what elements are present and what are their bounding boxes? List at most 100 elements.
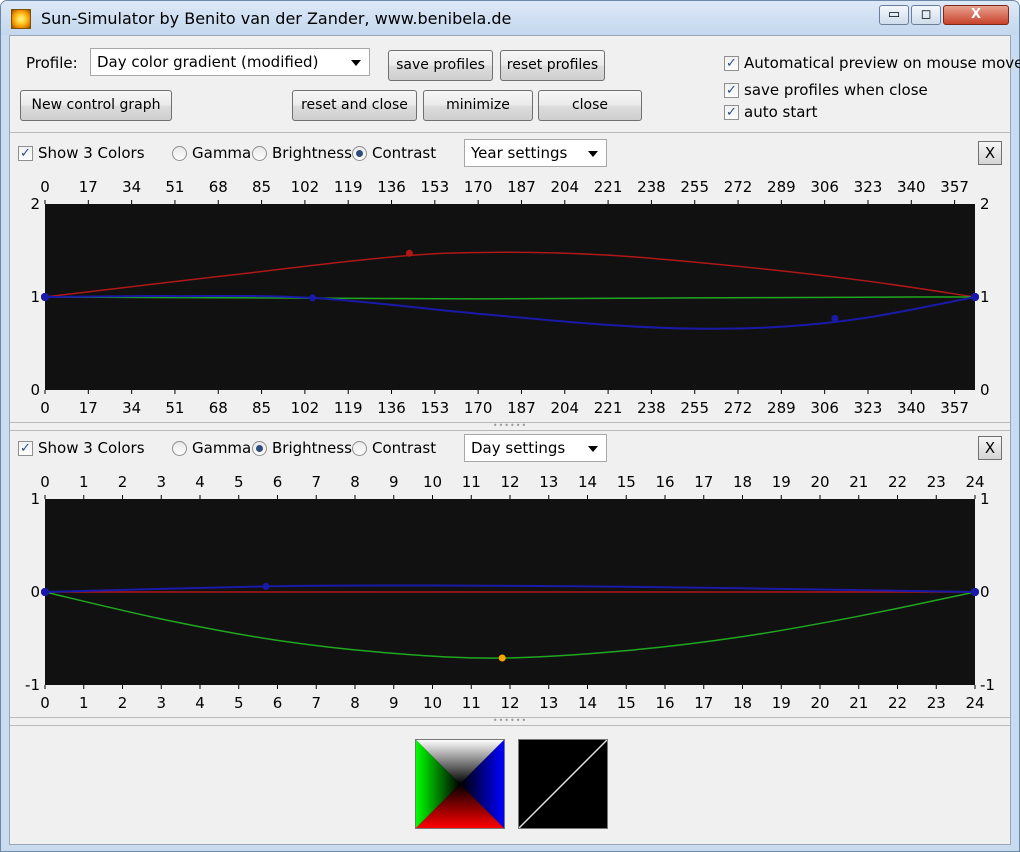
chevron-down-icon [588, 446, 598, 452]
x-tick-label-bottom: 102 [291, 399, 320, 417]
settings-value: Year settings [471, 144, 568, 162]
minimize-button[interactable]: minimize [423, 90, 533, 121]
x-tick-label-bottom: 323 [854, 399, 883, 417]
day-graph[interactable]: 0011223344556677889910101111121213131414… [10, 465, 1010, 715]
x-tick-label-bottom: 6 [273, 694, 283, 712]
contrast-label: Contrast [372, 439, 437, 457]
x-tick-label-top: 19 [772, 473, 791, 491]
x-tick-label-top: 3 [156, 473, 166, 491]
reset-and-close-button[interactable]: reset and close [292, 90, 417, 121]
save-on-close-checkbox[interactable]: ✓ [724, 83, 739, 98]
x-tick-label-top: 0 [40, 473, 50, 491]
x-tick-label-bottom: 255 [680, 399, 709, 417]
auto-start-checkbox[interactable]: ✓ [724, 105, 739, 120]
show-3-colors-checkbox[interactable]: ✓ [18, 441, 33, 456]
y-tick-label-left: 1 [30, 288, 40, 306]
x-tick-label-top: 323 [854, 178, 883, 196]
brightness-label: Brightness [272, 439, 352, 457]
y-tick-label-right: 2 [980, 195, 990, 213]
gamma-radio[interactable] [172, 441, 187, 456]
contrast-radio[interactable] [352, 146, 367, 161]
x-tick-label-top: 17 [694, 473, 713, 491]
x-tick-label-bottom: 85 [252, 399, 271, 417]
x-tick-label-top: 306 [810, 178, 839, 196]
x-tick-label-bottom: 11 [462, 694, 481, 712]
x-tick-label-bottom: 170 [464, 399, 493, 417]
show-3-colors-label: Show 3 Colors [38, 439, 145, 457]
contrast-label: Contrast [372, 144, 437, 162]
x-tick-label-top: 12 [500, 473, 519, 491]
year-graph[interactable]: 0017173434515168688585102102119119136136… [10, 170, 1010, 420]
x-tick-label-top: 13 [539, 473, 558, 491]
close-icon: X [970, 7, 982, 22]
y-tick-label-left: 2 [30, 195, 40, 213]
x-tick-label-top: 17 [79, 178, 98, 196]
year-settings-select[interactable]: Year settings [464, 139, 607, 167]
close-panel-button[interactable]: X [978, 436, 1002, 460]
control-point-handle [498, 654, 506, 662]
new-control-graph-button[interactable]: New control graph [20, 90, 172, 121]
x-tick-label-bottom: 23 [927, 694, 946, 712]
x-tick-label-top: 21 [849, 473, 868, 491]
maximize-window-button[interactable]: ◻ [911, 5, 941, 25]
maximize-icon: ◻ [920, 7, 932, 22]
x-tick-label-bottom: 19 [772, 694, 791, 712]
save-profiles-button[interactable]: save profiles [388, 50, 493, 81]
x-tick-label-bottom: 34 [122, 399, 141, 417]
profile-select[interactable]: Day color gradient (modified) [90, 48, 370, 76]
color-preview [415, 739, 505, 829]
close-button[interactable]: close [538, 90, 642, 121]
title-bar[interactable]: Sun-Simulator by Benito van der Zander, … [1, 1, 1019, 35]
x-tick-label-bottom: 12 [500, 694, 519, 712]
x-tick-label-bottom: 204 [550, 399, 579, 417]
x-tick-label-bottom: 306 [810, 399, 839, 417]
x-tick-label-top: 16 [655, 473, 674, 491]
settings-value: Day settings [471, 439, 566, 457]
endpoint-handle [41, 293, 49, 301]
gamma-label: Gamma [192, 144, 252, 162]
x-tick-label-top: 20 [810, 473, 829, 491]
close-panel-button[interactable]: X [978, 141, 1002, 165]
x-tick-label-top: 102 [291, 178, 320, 196]
brightness-radio[interactable] [252, 146, 267, 161]
reset-profiles-button[interactable]: reset profiles [500, 50, 605, 81]
y-tick-label-right: 0 [980, 381, 990, 399]
auto-preview-checkbox[interactable]: ✓ [724, 56, 739, 71]
x-tick-label-bottom: 153 [421, 399, 450, 417]
minimize-window-button[interactable]: ▭ [879, 5, 909, 25]
y-tick-label-left: 1 [30, 490, 40, 508]
x-tick-label-bottom: 14 [578, 694, 597, 712]
brightness-radio[interactable] [252, 441, 267, 456]
x-tick-label-top: 1 [79, 473, 89, 491]
x-tick-label-top: 11 [462, 473, 481, 491]
x-tick-label-top: 6 [273, 473, 283, 491]
x-tick-label-top: 119 [334, 178, 363, 196]
y-tick-label-right: 1 [980, 490, 990, 508]
contrast-radio[interactable] [352, 441, 367, 456]
x-tick-label-top: 238 [637, 178, 666, 196]
x-tick-label-bottom: 3 [156, 694, 166, 712]
x-tick-label-bottom: 24 [965, 694, 984, 712]
x-tick-label-top: 8 [350, 473, 360, 491]
x-tick-label-top: 51 [165, 178, 184, 196]
x-tick-label-top: 23 [927, 473, 946, 491]
show-3-colors-checkbox[interactable]: ✓ [18, 146, 33, 161]
x-tick-label-bottom: 119 [334, 399, 363, 417]
x-tick-label-bottom: 17 [79, 399, 98, 417]
gamma-radio[interactable] [172, 146, 187, 161]
gamma-label: Gamma [192, 439, 252, 457]
x-tick-label-top: 340 [897, 178, 926, 196]
profile-value: Day color gradient (modified) [97, 53, 319, 71]
x-tick-label-top: 68 [209, 178, 228, 196]
x-tick-label-top: 5 [234, 473, 244, 491]
x-tick-label-bottom: 68 [209, 399, 228, 417]
day-settings-select[interactable]: Day settings [464, 434, 607, 462]
x-tick-label-bottom: 13 [539, 694, 558, 712]
x-tick-label-top: 85 [252, 178, 271, 196]
y-tick-label-left: 0 [30, 381, 40, 399]
close-window-button[interactable]: X [943, 5, 1009, 25]
x-tick-label-top: 22 [888, 473, 907, 491]
brightness-label: Brightness [272, 144, 352, 162]
splitter-grip[interactable]: •••••• [490, 422, 530, 430]
splitter-grip[interactable]: •••••• [490, 717, 530, 725]
